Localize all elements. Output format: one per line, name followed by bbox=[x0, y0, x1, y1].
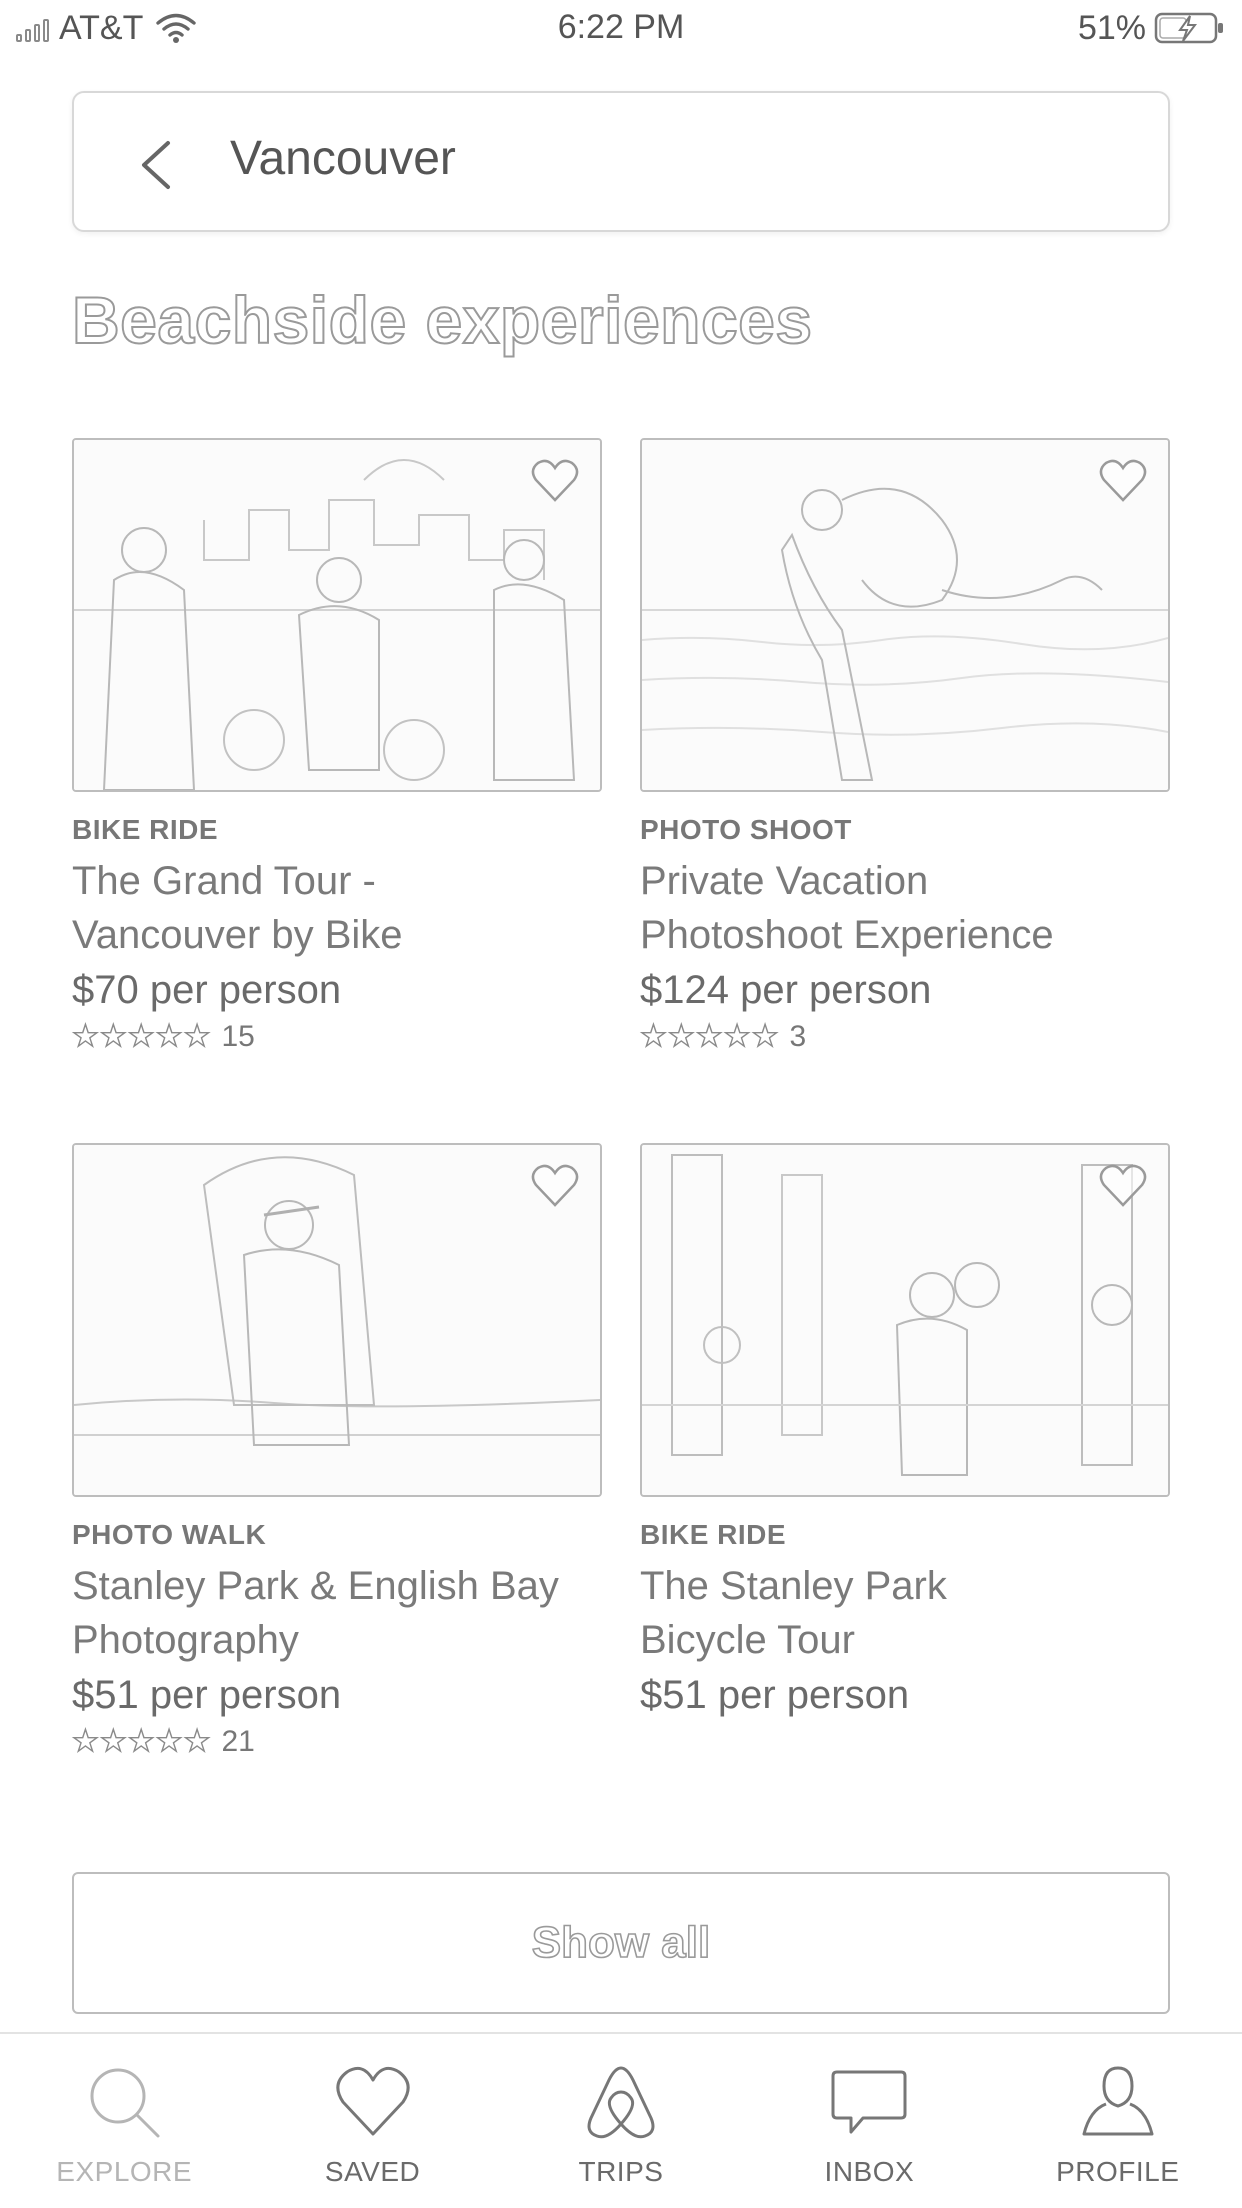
experience-image[interactable] bbox=[640, 1143, 1170, 1497]
experience-price: $51 per person bbox=[640, 1673, 910, 1717]
experience-title-line[interactable]: The Grand Tour - bbox=[72, 854, 602, 908]
heart-icon[interactable] bbox=[1098, 458, 1148, 504]
tab-label: PROFILE bbox=[1056, 2156, 1180, 2187]
tab-label: INBOX bbox=[824, 2156, 915, 2187]
experience-title-line[interactable]: Photoshoot Experience bbox=[640, 908, 1170, 962]
experience-rating: ★★★★★ 15 bbox=[71, 1019, 602, 1054]
tab-saved[interactable]: SAVED bbox=[248, 2034, 496, 2208]
tab-bar: EXPLORE SAVED TRIPS INBOX PROFILE bbox=[0, 2032, 1242, 2208]
experience-title[interactable]: The Grand Tour - Vancouver by Bike bbox=[72, 854, 602, 962]
experience-image[interactable] bbox=[72, 1143, 602, 1497]
star-rating-icon: ★★★★★ bbox=[71, 1019, 212, 1053]
status-right: 51% bbox=[1078, 8, 1226, 48]
tab-inbox[interactable]: INBOX bbox=[745, 2034, 993, 2208]
section-title: Beachside experiences bbox=[71, 282, 813, 358]
back-arrow-icon[interactable] bbox=[134, 137, 178, 193]
show-all-button[interactable]: Show all bbox=[72, 1872, 1170, 2014]
battery-percentage: 51% bbox=[1077, 8, 1146, 47]
experience-category: PHOTO WALK bbox=[72, 1519, 267, 1550]
tab-trips[interactable]: TRIPS bbox=[497, 2034, 745, 2208]
experience-price: $51 per person bbox=[72, 1673, 342, 1717]
experience-title-line[interactable]: The Stanley Park bbox=[640, 1559, 1170, 1613]
experience-rating: ★★★★★ 21 bbox=[71, 1724, 602, 1759]
experience-card[interactable]: PHOTO SHOOT Private Vacation Photoshoot … bbox=[639, 438, 1170, 1054]
experience-category: BIKE RIDE bbox=[640, 1519, 787, 1550]
experience-title-line[interactable]: Bicycle Tour bbox=[640, 1613, 1170, 1667]
review-count: 15 bbox=[221, 1019, 255, 1053]
experience-title-line[interactable]: Stanley Park & English Bay bbox=[72, 1559, 602, 1613]
photographer-photo bbox=[74, 1145, 600, 1495]
experience-image[interactable] bbox=[72, 438, 602, 792]
experience-price: $70 per person bbox=[72, 968, 342, 1012]
tab-profile[interactable]: PROFILE bbox=[994, 2034, 1242, 2208]
heart-icon[interactable] bbox=[1098, 1163, 1148, 1209]
star-rating-icon: ★★★★★ bbox=[639, 1019, 780, 1053]
tab-label: TRIPS bbox=[578, 2156, 664, 2187]
experience-category: BIKE RIDE bbox=[72, 814, 219, 845]
experience-title[interactable]: The Stanley Park Bicycle Tour bbox=[640, 1559, 1170, 1667]
experience-title[interactable]: Private Vacation Photoshoot Experience bbox=[640, 854, 1170, 962]
tab-label: EXPLORE bbox=[56, 2156, 193, 2187]
experience-title-line[interactable]: Private Vacation bbox=[640, 854, 1170, 908]
heart-icon bbox=[336, 2066, 410, 2136]
experience-rating: ★★★★★ 3 bbox=[639, 1019, 1170, 1054]
chat-bubble-icon bbox=[831, 2070, 907, 2134]
experience-card[interactable]: BIKE RIDE The Grand Tour - Vancouver by … bbox=[71, 438, 602, 1054]
search-location-text[interactable]: Vancouver bbox=[230, 131, 456, 186]
experience-card[interactable]: PHOTO WALK Stanley Park & English Bay Ph… bbox=[71, 1143, 602, 1759]
status-time: 6:22 PM bbox=[557, 8, 685, 46]
experience-image[interactable] bbox=[640, 438, 1170, 792]
review-count: 21 bbox=[221, 1724, 255, 1758]
status-bar: AT&T 6:22 PM 51% bbox=[0, 0, 1242, 58]
heart-icon[interactable] bbox=[530, 1163, 580, 1209]
tab-explore[interactable]: EXPLORE bbox=[0, 2034, 248, 2208]
airbnb-logo-icon bbox=[587, 2066, 655, 2139]
star-rating-icon: ★★★★★ bbox=[71, 1724, 212, 1758]
couple-beach-photo bbox=[642, 440, 1168, 790]
experience-card[interactable]: BIKE RIDE The Stanley Park Bicycle Tour … bbox=[640, 1143, 1170, 1718]
battery-charging-icon bbox=[1154, 12, 1223, 44]
experience-category: PHOTO SHOOT bbox=[640, 814, 852, 845]
search-bar[interactable]: Vancouver bbox=[72, 91, 1170, 232]
bike-riders-photo bbox=[74, 440, 600, 790]
experience-title-line[interactable]: Photography bbox=[72, 1613, 602, 1667]
review-count: 3 bbox=[789, 1019, 807, 1053]
tab-label: SAVED bbox=[324, 2156, 421, 2187]
search-icon bbox=[90, 2068, 160, 2138]
experience-price: $124 per person bbox=[640, 968, 932, 1012]
heart-icon[interactable] bbox=[530, 458, 580, 504]
bicycle-tour-photo bbox=[642, 1145, 1168, 1495]
person-icon bbox=[1082, 2066, 1154, 2136]
experience-title[interactable]: Stanley Park & English Bay Photography bbox=[72, 1559, 602, 1667]
experience-title-line[interactable]: Vancouver by Bike bbox=[72, 908, 602, 962]
